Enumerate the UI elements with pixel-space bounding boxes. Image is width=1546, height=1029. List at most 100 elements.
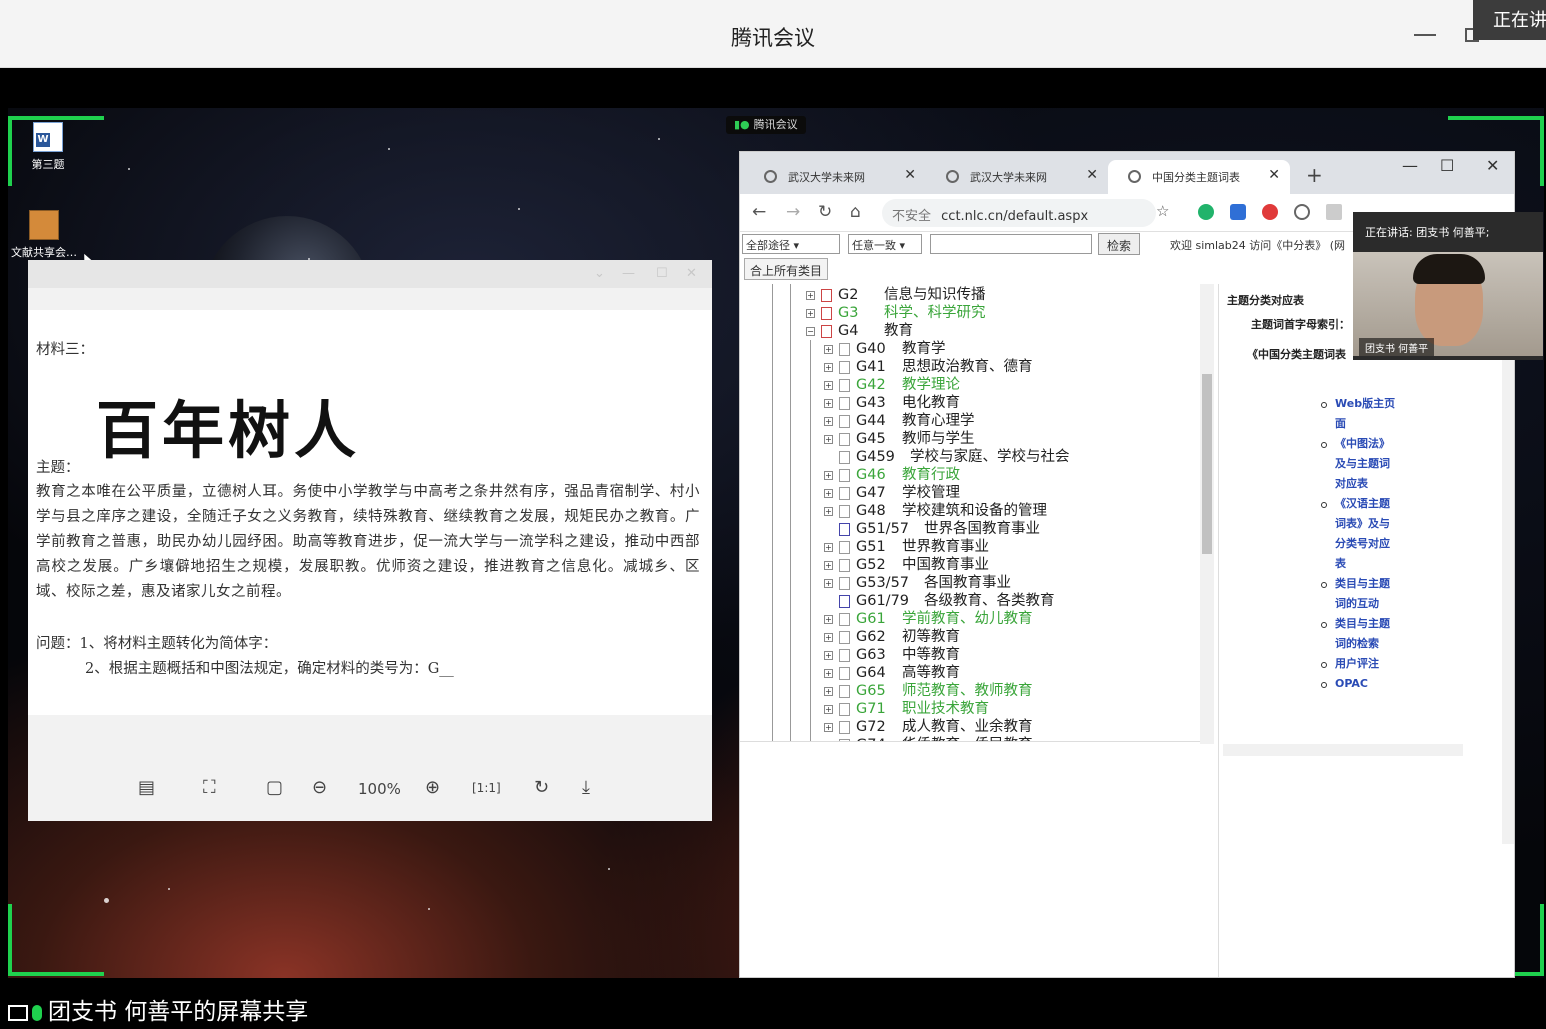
tree-row[interactable]: +G51/57世界各国教育事业 (824, 520, 1040, 538)
tree-row[interactable]: + G42 教学理论 (824, 376, 960, 394)
expand-node-icon[interactable]: + (824, 344, 833, 354)
minimize-icon[interactable]: — (1402, 156, 1418, 175)
right-pane-link[interactable]: 类目与主题词的互动 (1319, 574, 1399, 614)
zoom-out-icon[interactable]: ⊖ (312, 777, 327, 798)
reload-icon[interactable]: ↻ (818, 202, 832, 222)
expand-node-icon[interactable]: + (824, 578, 833, 588)
tree-row[interactable]: + G74华侨教育、侨民教育 (824, 736, 1033, 741)
tree-row[interactable]: + G3 科学、科学研究 (806, 304, 986, 322)
back-icon[interactable]: ← (752, 202, 766, 222)
close-icon[interactable]: ✕ (686, 266, 697, 281)
chevron-down-icon[interactable]: ⌄ (594, 266, 605, 281)
tree-row[interactable]: + G40 教育学 (824, 340, 946, 358)
tree-row[interactable]: + G48 学校建筑和设备的管理 (824, 502, 1047, 520)
collapse-node-icon[interactable]: − (806, 326, 815, 336)
fit-screen-icon[interactable]: ⛶ (203, 777, 216, 798)
right-pane-scrollbar[interactable] (1502, 284, 1514, 844)
rotate-icon[interactable]: ↻ (534, 777, 549, 798)
star-icon[interactable]: ☆ (1156, 202, 1169, 220)
zoom-in-icon[interactable]: ⊕ (425, 777, 440, 798)
extension-icon[interactable] (1198, 204, 1214, 220)
tree-row[interactable]: + G41 思想政治教育、德育 (824, 358, 1033, 376)
tree-row[interactable]: + G52 中国教育事业 (824, 556, 989, 574)
tree-row[interactable]: + G63 中等教育 (824, 646, 960, 664)
tab-cct[interactable]: 中国分类主题词表 ✕ (1108, 160, 1290, 194)
address-bar[interactable]: 不安全 cct.nlc.cn/default.aspx (882, 199, 1156, 227)
right-pane-link[interactable]: Web版主页面 (1319, 394, 1399, 434)
close-window-icon[interactable]: ✕ (1486, 156, 1499, 175)
expand-node-icon[interactable]: + (806, 308, 815, 318)
expand-node-icon[interactable]: + (824, 740, 833, 741)
close-icon[interactable]: ✕ (1086, 167, 1098, 183)
expand-node-icon[interactable]: + (824, 416, 833, 426)
tab-whu-1[interactable]: 武汉大学未来网 ✕ (744, 160, 926, 194)
tree-row[interactable]: + G43 电化教育 (824, 394, 960, 412)
expand-node-icon[interactable]: + (824, 362, 833, 372)
forward-icon[interactable]: → (786, 202, 800, 222)
expand-node-icon[interactable]: + (824, 398, 833, 408)
close-icon[interactable]: ✕ (1268, 167, 1280, 183)
tree-row[interactable]: + G71 职业技术教育 (824, 700, 989, 718)
collapse-all-button[interactable]: 合上所有类目 (744, 258, 829, 280)
expand-node-icon[interactable]: + (824, 722, 833, 732)
maximize-icon[interactable]: ☐ (1440, 156, 1454, 175)
expand-node-icon[interactable]: + (806, 290, 815, 300)
match-select[interactable]: 任意一致 ▾ (848, 234, 922, 254)
minimize-button[interactable] (1414, 34, 1436, 36)
tree-row[interactable]: + G62 初等教育 (824, 628, 960, 646)
path-select[interactable]: 全部途径 ▾ (742, 234, 840, 254)
expand-node-icon[interactable]: + (824, 470, 833, 480)
new-tab-icon[interactable]: + (1306, 163, 1323, 187)
tree-row[interactable]: + G45 教师与学生 (824, 430, 975, 448)
scrollbar-thumb[interactable] (1202, 374, 1212, 554)
expand-node-icon[interactable]: + (824, 560, 833, 570)
history-icon[interactable] (1294, 204, 1310, 220)
expand-node-icon[interactable]: + (824, 650, 833, 660)
expand-node-icon[interactable]: + (824, 380, 833, 390)
tree-row[interactable]: + G61 学前教育、幼儿教育 (824, 610, 1033, 628)
speaker-video[interactable]: 正在讲话: 团支书 何善平; 团支书 何善平 (1353, 212, 1543, 360)
expand-node-icon[interactable]: + (824, 686, 833, 696)
desktop-icon-folder[interactable]: 文献共享会… (8, 210, 84, 260)
search-input[interactable] (930, 234, 1092, 254)
layout-icon[interactable]: ▤ (138, 777, 155, 798)
tab-whu-2[interactable]: 武汉大学未来网 ✕ (926, 160, 1108, 194)
extension-icon[interactable] (1326, 204, 1342, 220)
extension-icon[interactable] (1262, 204, 1278, 220)
expand-node-icon[interactable]: + (824, 668, 833, 678)
horizontal-scrollbar[interactable] (1223, 744, 1463, 756)
tree-row[interactable]: +G61/79各级教育、各类教育 (824, 592, 1055, 610)
expand-node-icon[interactable]: + (824, 632, 833, 642)
tree-row[interactable]: − G4 教育 (806, 322, 913, 340)
download-icon[interactable]: ⤓ (582, 777, 590, 798)
tree-scrollbar[interactable] (1200, 284, 1214, 744)
right-pane-link[interactable]: 用户评注 (1319, 654, 1399, 674)
tree-row[interactable]: + G44 教育心理学 (824, 412, 975, 430)
desktop-icon-word[interactable]: 第三题 (8, 122, 88, 172)
expand-node-icon[interactable]: + (824, 506, 833, 516)
expand-node-icon[interactable]: + (824, 488, 833, 498)
tree-row[interactable]: + G65 师范教育、教师教育 (824, 682, 1033, 700)
tree-row[interactable]: + G64 高等教育 (824, 664, 960, 682)
minimize-icon[interactable]: — (622, 266, 635, 281)
actual-size-icon[interactable]: [1:1] (472, 781, 501, 795)
expand-node-icon[interactable]: + (824, 614, 833, 624)
tree-row[interactable]: + G47 学校管理 (824, 484, 960, 502)
expand-node-icon[interactable]: + (824, 434, 833, 444)
right-pane-link[interactable]: 《汉语主题词表》及与分类号对应表 (1319, 494, 1399, 574)
home-icon[interactable]: ⌂ (850, 202, 861, 222)
extension-icon[interactable] (1230, 204, 1246, 220)
tree-row[interactable]: + G2 信息与知识传播 (806, 286, 986, 304)
expand-node-icon[interactable]: + (824, 542, 833, 552)
expand-node-icon[interactable]: + (824, 704, 833, 714)
tree-row[interactable]: + G51 世界教育事业 (824, 538, 989, 556)
right-pane-link[interactable]: 类目与主题词的检索 (1319, 614, 1399, 654)
fullscreen-icon[interactable]: ▢ (266, 777, 283, 798)
close-icon[interactable]: ✕ (904, 167, 916, 183)
tree-row[interactable]: + G72 成人教育、业余教育 (824, 718, 1033, 736)
search-button[interactable]: 检索 (1098, 233, 1141, 255)
right-pane-link[interactable]: 《中图法》及与主题词对应表 (1319, 434, 1399, 494)
tree-row[interactable]: +G459学校与家庭、学校与社会 (824, 448, 1070, 466)
tree-row[interactable]: + G53/57 各国教育事业 (824, 574, 1011, 592)
right-pane-link[interactable]: OPAC (1319, 674, 1399, 694)
